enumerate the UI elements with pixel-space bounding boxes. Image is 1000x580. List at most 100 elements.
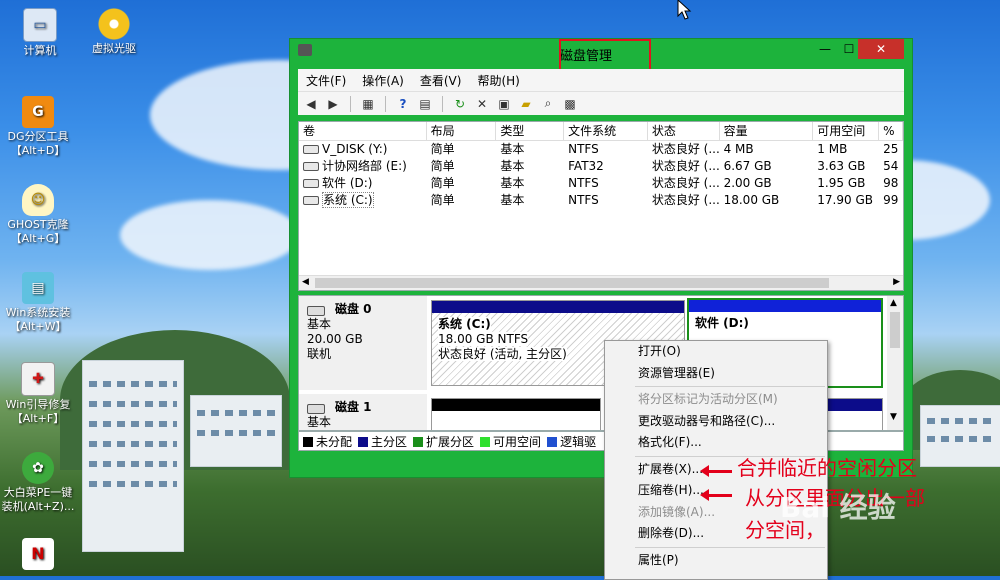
column-header[interactable]: 可用空间 <box>813 122 880 140</box>
open-folder-icon[interactable]: ▰ <box>517 95 535 113</box>
table-row[interactable]: 软件 (D:) 简单 基本 NTFS 状态良好 (... 2.00 GB 1.9… <box>299 175 903 192</box>
desktop-icon-label: 计算机 <box>23 44 57 57</box>
desktop-icon-label: Win引导修复 <box>5 398 71 411</box>
drive-icon <box>303 179 319 188</box>
desktop-icon-win-install[interactable]: ▤ Win系统安装 【Alt+W】 <box>0 272 76 334</box>
menu-item-open[interactable]: 打开(O) <box>605 341 827 363</box>
legend-label: 主分区 <box>371 434 408 449</box>
desktop-icon-cabbage-pe[interactable]: ✿ 大白菜PE一键 装机(Alt+Z)... <box>0 452 76 514</box>
cell: FAT32 <box>568 159 604 173</box>
desktop-icon-computer[interactable]: ▭ 计算机 <box>2 8 78 58</box>
ghost-icon: ☺ <box>22 184 54 216</box>
cell: NTFS <box>568 176 599 190</box>
scroll-right-icon[interactable]: ▶ <box>893 277 900 287</box>
column-header[interactable]: 卷 <box>299 122 427 140</box>
menu-view[interactable]: 查看(V) <box>412 72 470 89</box>
cell: 状态良好 (... <box>651 193 720 207</box>
cloud <box>120 200 300 270</box>
minimize-button[interactable]: — <box>812 39 838 59</box>
settings-icon[interactable]: ▩ <box>561 95 579 113</box>
cell: 简单 <box>430 142 455 156</box>
drive-icon <box>303 162 319 171</box>
menu-item-explorer[interactable]: 资源管理器(E) <box>605 363 827 385</box>
scrollbar-thumb[interactable] <box>315 278 829 288</box>
menu-action[interactable]: 操作(A) <box>354 72 412 89</box>
drive-icon <box>303 145 319 154</box>
cell: 3.63 GB <box>817 159 866 173</box>
vertical-scrollbar[interactable]: ▲ ▼ <box>887 296 903 430</box>
legend-label: 扩展分区 <box>426 434 475 449</box>
watermark: Bai 经验 <box>780 491 896 524</box>
partition-status: 状态良好 (活动, 主分区) <box>438 347 567 361</box>
disk-0-info[interactable]: 磁盘 0 基本 20.00 GB 联机 <box>299 296 427 390</box>
refresh-icon[interactable]: ↻ <box>451 95 469 113</box>
win-install-icon: ▤ <box>22 272 54 304</box>
column-header[interactable]: % <box>879 122 903 140</box>
toolbar: ◀ ▶ ▦ ? ▤ ↻ ✕ ▣ ▰ ⌕ ▩ <box>298 91 904 115</box>
cell: 简单 <box>430 193 455 207</box>
building <box>190 395 282 467</box>
disk-1-info[interactable]: 磁盘 1 基本 <box>299 394 427 430</box>
help-icon[interactable]: ? <box>394 95 412 113</box>
desktop-icon-label: DG分区工具 <box>7 130 69 143</box>
list-view-icon[interactable]: ▤ <box>416 95 434 113</box>
desktop-icon-tool[interactable]: N <box>0 538 76 572</box>
desktop-icon-label: 【Alt+F】 <box>11 412 65 425</box>
scroll-left-icon[interactable]: ◀ <box>302 277 309 287</box>
logical-drive-bar <box>689 300 881 312</box>
primary-partition-bar <box>432 301 684 313</box>
legend-label: 未分配 <box>316 434 353 449</box>
scroll-down-icon[interactable]: ▼ <box>890 412 897 422</box>
forward-icon[interactable]: ▶ <box>324 95 342 113</box>
desktop-icon-boot-repair[interactable]: ✚ Win引导修复 【Alt+F】 <box>0 362 76 426</box>
search-icon[interactable]: ⌕ <box>539 95 557 113</box>
desktop-icon-ghost[interactable]: ☺ GHOST克隆 【Alt+G】 <box>0 184 76 246</box>
cell: 54 <box>883 159 899 173</box>
column-header[interactable]: 状态 <box>648 122 720 140</box>
cell: 计协网络部 (E:) <box>322 159 407 173</box>
cell: 状态良好 (... <box>651 159 720 173</box>
back-icon[interactable]: ◀ <box>302 95 320 113</box>
column-header[interactable]: 类型 <box>496 122 565 140</box>
toolbar-separator <box>350 95 351 112</box>
cell: 软件 (D:) <box>322 176 373 190</box>
scroll-up-icon[interactable]: ▲ <box>890 298 897 308</box>
column-header[interactable]: 文件系统 <box>564 122 648 140</box>
desktop-icon-label: 大白菜PE一键 <box>3 486 73 499</box>
scrollbar-thumb[interactable] <box>890 312 900 348</box>
desktop-icon-label: 虚拟光驱 <box>92 42 136 55</box>
menu-file[interactable]: 文件(F) <box>298 72 354 89</box>
annotation-arrow-icon <box>700 489 732 501</box>
cell: 状态良好 (... <box>651 176 720 190</box>
cell: 1.95 GB <box>817 176 866 190</box>
desktop-icon-label: 【Alt+G】 <box>10 232 66 245</box>
close-button[interactable]: ✕ <box>858 39 904 59</box>
drive-icon <box>303 196 319 205</box>
diskgenius-icon: G <box>22 96 54 128</box>
table-row[interactable]: V_DISK (Y:) 简单 基本 NTFS 状态良好 (... 4 MB 1 … <box>299 141 903 158</box>
console-tree-icon[interactable]: ▦ <box>359 95 377 113</box>
cell: 6.67 GB <box>723 159 772 173</box>
table-row[interactable]: 系统 (C:) 简单 基本 NTFS 状态良好 (... 18.00 GB 17… <box>299 192 903 209</box>
title-bar[interactable]: 磁盘管理 — ☐ ✕ <box>290 39 912 75</box>
unallocated-space[interactable] <box>431 398 601 430</box>
partition-name: 系统 (C:) <box>438 317 491 332</box>
menu-item-change-drive-letter[interactable]: 更改驱动器号和路径(C)... <box>605 411 827 433</box>
disk-type: 基本 <box>307 317 332 331</box>
desktop-icon-label: 装机(Alt+Z)... <box>1 500 75 513</box>
legend-label: 可用空间 <box>493 434 542 449</box>
menu-item-format[interactable]: 格式化(F)... <box>605 432 827 454</box>
disk-name: 磁盘 1 <box>335 400 372 414</box>
delete-icon[interactable]: ✕ <box>473 95 491 113</box>
mouse-cursor-icon <box>677 0 692 20</box>
menu-item-properties[interactable]: 属性(P) <box>605 550 827 572</box>
table-row[interactable]: 计协网络部 (E:) 简单 基本 FAT32 状态良好 (... 6.67 GB… <box>299 158 903 175</box>
legend-swatch <box>480 437 491 447</box>
column-header[interactable]: 容量 <box>720 122 814 140</box>
desktop-icon-diskgenius[interactable]: G DG分区工具 【Alt+D】 <box>0 96 76 158</box>
menu-help[interactable]: 帮助(H) <box>469 72 527 89</box>
horizontal-scrollbar[interactable]: ◀ ▶ <box>299 275 903 290</box>
column-header[interactable]: 布局 <box>427 122 497 140</box>
properties-icon[interactable]: ▣ <box>495 95 513 113</box>
desktop-icon-virtual-drive[interactable]: 虚拟光驱 <box>76 8 152 56</box>
